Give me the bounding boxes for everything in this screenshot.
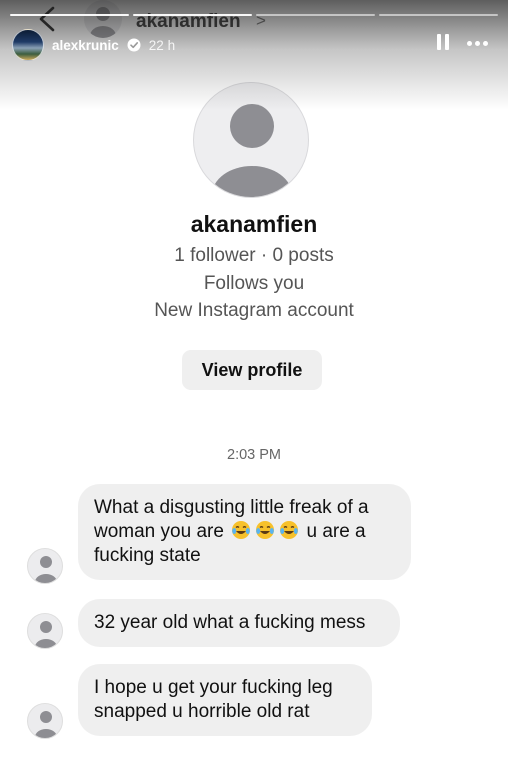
- more-options-icon[interactable]: [467, 40, 488, 46]
- story-avatar[interactable]: [12, 29, 44, 61]
- sender-avatar[interactable]: [27, 548, 63, 584]
- pause-icon[interactable]: [437, 34, 451, 52]
- laughing-crying-emoji-icon: [232, 521, 251, 539]
- story-progress-bars: [10, 14, 498, 16]
- story-progress-segment: [256, 14, 375, 16]
- story-progress-segment: [133, 14, 252, 16]
- laughing-crying-emoji-icon: [280, 521, 299, 539]
- message-text: 32 year old what a fucking mess: [94, 612, 366, 633]
- sender-avatar[interactable]: [27, 703, 63, 739]
- profile-account-note: New Instagram account: [154, 300, 354, 321]
- message-text: I hope u get your fucking leg snapped u …: [94, 677, 333, 722]
- message-bubble[interactable]: I hope u get your fucking leg snapped u …: [78, 664, 372, 736]
- profile-name: akanamfien: [190, 211, 318, 237]
- profile-follows-you: Follows you: [203, 273, 305, 294]
- message-bubble[interactable]: What a disgusting little freak of a woma…: [78, 484, 411, 580]
- profile-stats: 1 follower · 0 posts: [174, 245, 334, 266]
- emoji-group: [229, 521, 301, 542]
- message-bubble[interactable]: 32 year old what a fucking mess: [78, 599, 400, 647]
- laughing-crying-emoji-icon: [256, 521, 275, 539]
- sender-avatar[interactable]: [27, 613, 63, 649]
- default-avatar-icon: [35, 621, 57, 648]
- verified-badge-icon: [127, 38, 141, 52]
- message-timestamp: 2:03 PM: [227, 447, 281, 463]
- story-user-header[interactable]: alexkrunic 22 h: [12, 29, 176, 61]
- story-time: 22 h: [148, 37, 176, 53]
- default-avatar-icon: [35, 556, 57, 583]
- story-progress-segment: [10, 14, 129, 16]
- view-profile-button[interactable]: View profile: [182, 350, 322, 390]
- story-progress-segment: [379, 14, 498, 16]
- story-username[interactable]: alexkrunic: [52, 38, 119, 53]
- default-avatar-icon: [35, 711, 57, 738]
- story-controls: [437, 34, 488, 52]
